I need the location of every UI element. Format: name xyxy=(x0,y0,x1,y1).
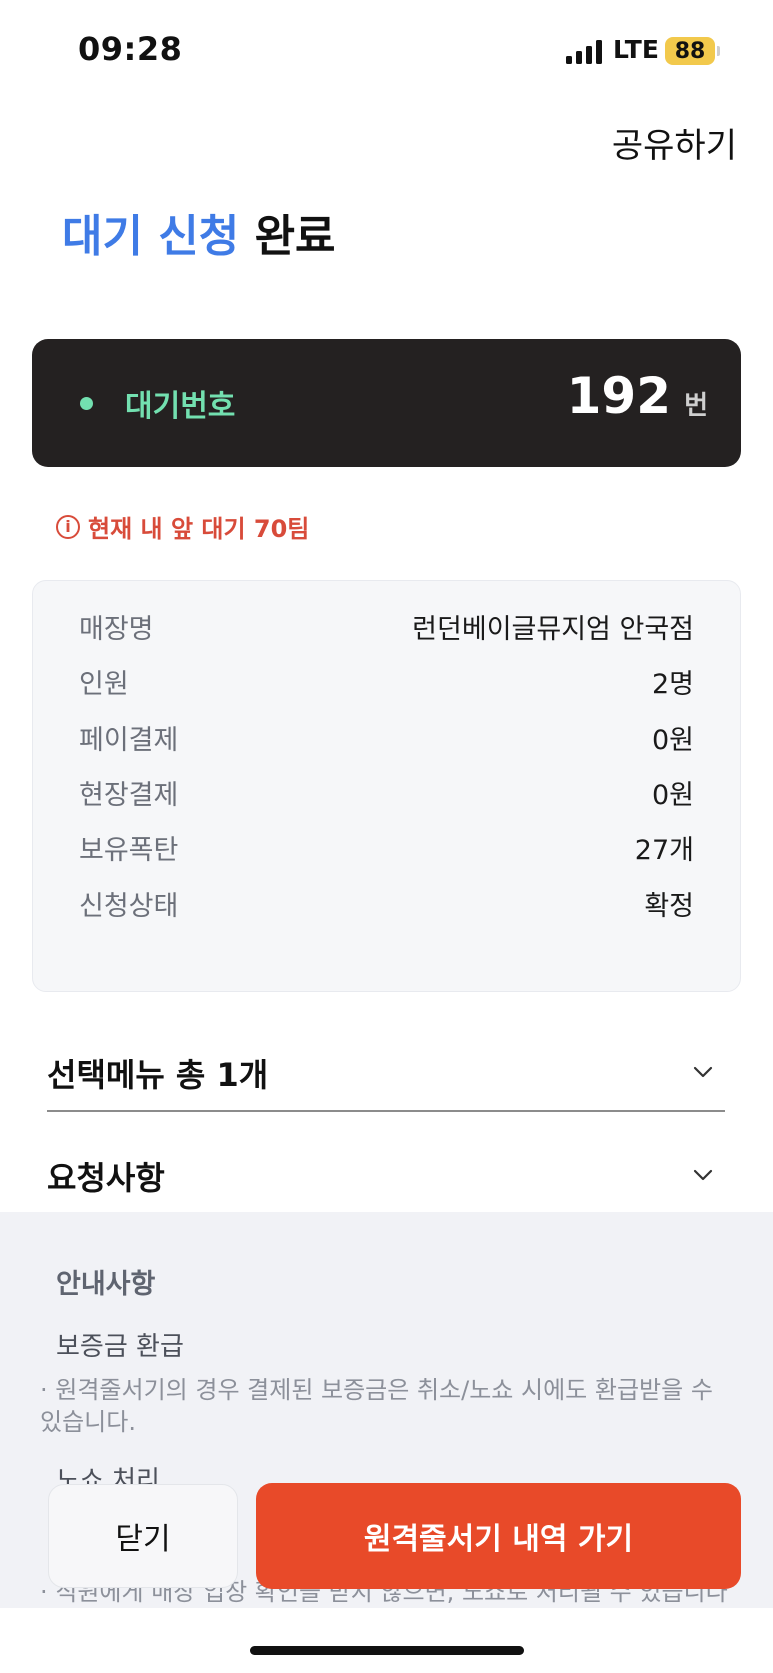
battery-icon: 88 xyxy=(665,37,715,65)
notice-title: 안내사항 xyxy=(56,1269,156,1300)
info-icon: i xyxy=(56,514,80,539)
selected-menu-accordion[interactable]: 선택메뉴 총 1개 xyxy=(47,1040,725,1112)
detail-value: 0원 xyxy=(651,724,694,756)
queue-alert-text: 현재 내 앞 대기 70팀 xyxy=(88,515,310,543)
deposit-refund-text: · 원격줄서기의 경우 결제된 보증금은 취소/노쇼 시에도 환급받을 수 있습… xyxy=(40,1376,713,1436)
detail-row-store: 매장명 런던베이글뮤지엄 안국점 xyxy=(79,606,694,646)
page-title: 대기 신청 완료 xyxy=(62,200,336,264)
signal-strength-icon xyxy=(566,40,606,64)
battery-nub xyxy=(717,46,720,56)
detail-label: 신청상태 xyxy=(79,890,179,922)
chevron-down-icon xyxy=(693,1066,713,1078)
detail-label: 현장결제 xyxy=(79,779,179,811)
deposit-refund-title: 보증금 환급 xyxy=(56,1332,184,1362)
status-dot-icon xyxy=(80,397,93,410)
detail-label: 매장명 xyxy=(79,613,154,645)
detail-value: 2명 xyxy=(651,668,694,700)
close-button[interactable]: 닫기 xyxy=(48,1484,238,1588)
detail-value: 확정 xyxy=(644,890,694,922)
page-title-rest: 완료 xyxy=(239,211,336,262)
detail-row-pay-payment: 페이결제 0원 xyxy=(79,717,694,757)
network-type: LTE xyxy=(613,35,659,64)
waiting-number-card: 대기번호 192 번 xyxy=(32,339,741,467)
status-time: 09:28 xyxy=(78,30,183,68)
detail-row-bombs: 보유폭탄 27개 xyxy=(79,827,694,867)
page-title-accent: 대기 신청 xyxy=(62,211,240,262)
detail-value: 런던베이글뮤지엄 안국점 xyxy=(412,613,694,645)
home-indicator[interactable] xyxy=(250,1646,524,1655)
waiting-number-label: 대기번호 xyxy=(125,389,236,424)
detail-row-onsite-payment: 현장결제 0원 xyxy=(79,772,694,812)
detail-value: 0원 xyxy=(651,779,694,811)
detail-label: 보유폭탄 xyxy=(79,834,179,866)
waiting-number-unit: 번 xyxy=(684,391,708,421)
go-to-remote-queue-history-button[interactable]: 원격줄서기 내역 가기 xyxy=(256,1483,741,1589)
selected-menu-heading: 선택메뉴 총 1개 xyxy=(47,1056,269,1094)
detail-row-party-size: 인원 2명 xyxy=(79,661,694,701)
detail-row-status: 신청상태 확정 xyxy=(79,883,694,923)
detail-label: 인원 xyxy=(79,668,129,700)
share-button[interactable]: 공유하기 xyxy=(612,118,737,167)
waiting-number: 192 xyxy=(566,367,671,425)
request-accordion[interactable]: 요청사항 xyxy=(47,1143,725,1215)
detail-label: 페이결제 xyxy=(79,724,179,756)
request-heading: 요청사항 xyxy=(47,1159,165,1197)
detail-value: 27개 xyxy=(634,834,694,866)
queue-alert: i 현재 내 앞 대기 70팀 xyxy=(56,509,309,544)
battery-level: 88 xyxy=(674,38,706,64)
reservation-details: 매장명 런던베이글뮤지엄 안국점 인원 2명 페이결제 0원 현장결제 0원 보… xyxy=(32,580,741,992)
chevron-down-icon xyxy=(693,1169,713,1181)
